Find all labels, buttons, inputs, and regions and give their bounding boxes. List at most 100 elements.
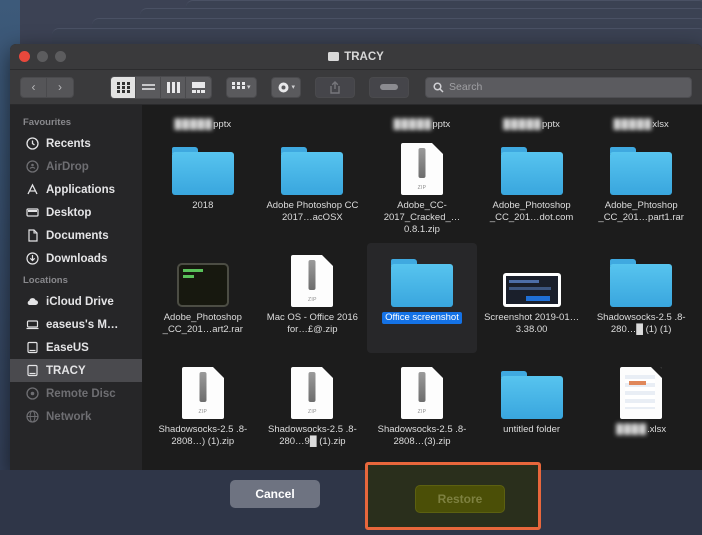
file-label: Shadowsocks-2.5 .8-280…█ (1) (1) xyxy=(589,312,693,336)
drive-icon xyxy=(26,341,39,354)
clock-icon xyxy=(26,137,39,150)
sidebar-item-label: Desktop xyxy=(46,207,91,219)
icon-view-button[interactable] xyxy=(111,77,136,98)
file-label: Adobe_Photoshop _CC_201…dot.com xyxy=(480,200,584,224)
file-thumbnail xyxy=(501,361,563,419)
sidebar-section-header: Locations xyxy=(10,270,142,290)
action-gear-dropdown[interactable]: ▾ xyxy=(271,77,302,98)
airdrop-icon xyxy=(26,160,39,173)
back-button[interactable]: ‹ xyxy=(20,77,47,98)
file-thumbnail xyxy=(391,249,453,307)
view-mode-segmented-control xyxy=(110,76,212,99)
folder-icon xyxy=(610,259,672,307)
cloud-icon xyxy=(26,295,39,308)
file-thumbnail xyxy=(503,249,561,307)
file-thumbnail xyxy=(610,137,672,195)
file-item[interactable]: Adobe_Photoshop _CC_201…art2.rar xyxy=(148,243,258,353)
file-thumbnail xyxy=(281,137,343,195)
disc-icon xyxy=(26,387,39,400)
sidebar-item-recents[interactable]: Recents xyxy=(10,132,142,155)
terminal-file-icon xyxy=(177,263,229,307)
laptop-icon xyxy=(26,318,39,331)
file-item[interactable]: 2018 xyxy=(148,131,258,241)
column-view-button[interactable] xyxy=(161,77,186,98)
share-button[interactable] xyxy=(315,77,355,98)
file-item-selected[interactable]: Office screenshot xyxy=(367,243,477,353)
search-icon xyxy=(433,82,444,93)
search-input[interactable]: Search xyxy=(425,77,692,98)
hard-drive-icon xyxy=(328,52,339,61)
folder-icon xyxy=(610,147,672,195)
sidebar-item-label: Documents xyxy=(46,230,109,242)
screenshot-image-icon xyxy=(503,273,561,307)
file-item[interactable] xyxy=(258,105,368,131)
file-thumbnail xyxy=(177,249,229,307)
file-thumbnail xyxy=(620,361,662,419)
file-thumbnail xyxy=(501,137,563,195)
restore-button-highlight: Restore xyxy=(365,462,541,530)
file-label: Adobe_CC-2017_Cracked_…0.8.1.zip xyxy=(370,200,474,236)
file-thumbnail xyxy=(172,137,234,195)
file-item[interactable]: ZIPMac OS - Office 2016 for…£@.zip xyxy=(258,243,368,353)
file-item[interactable]: untitled folder xyxy=(477,355,587,465)
sidebar-item-icloud-drive[interactable]: iCloud Drive xyxy=(10,290,142,313)
file-thumbnail xyxy=(610,249,672,307)
file-item[interactable]: Shadowsocks-2.5 .8-280…█ (1) (1) xyxy=(586,243,696,353)
file-label: untitled folder xyxy=(503,424,560,436)
file-item[interactable]: ZIPShadowsocks-2.5 .8-280…9█ (1).zip xyxy=(258,355,368,465)
file-label: Shadowsocks-2.5 .8-2808…) (1).zip xyxy=(151,424,255,448)
file-item[interactable]: ZIP Shadowsocks-2.5 .8-2808…(3).zip xyxy=(367,355,477,465)
sidebar-item-downloads[interactable]: Downloads xyxy=(10,247,142,270)
file-item[interactable]: █████xlsx xyxy=(586,105,696,131)
file-label: Adobe_Phtoshop _CC_201…part1.rar xyxy=(589,200,693,224)
folder-icon xyxy=(172,147,234,195)
file-item[interactable]: █████pptx xyxy=(367,105,477,131)
file-thumbnail: ZIP xyxy=(291,361,333,419)
file-label: Adobe_Photoshop _CC_201…art2.rar xyxy=(151,312,255,336)
file-label: Shadowsocks-2.5 .8-2808…(3).zip xyxy=(370,424,474,448)
file-label: ████.xlsx xyxy=(616,424,666,436)
sidebar-item-label: Applications xyxy=(46,184,115,196)
sidebar-item-remote-disc[interactable]: Remote Disc xyxy=(10,382,142,405)
group-by-dropdown[interactable]: ▾ xyxy=(226,77,257,98)
sidebar-item-airdrop[interactable]: AirDrop xyxy=(10,155,142,178)
file-item[interactable]: Screenshot 2019-01…3.38.00 xyxy=(477,243,587,353)
forward-button[interactable]: › xyxy=(47,77,74,98)
cancel-button[interactable]: Cancel xyxy=(230,480,320,508)
file-grid: 2018Adobe Photoshop CC 2017…acOSX ZIP Adob… xyxy=(142,131,702,465)
file-item[interactable]: █████pptx xyxy=(148,105,258,131)
sidebar-item-easeus-s-m[interactable]: easeus's M… xyxy=(10,313,142,336)
file-thumbnail: ZIP xyxy=(401,361,443,419)
dialog-buttons: Cancel xyxy=(0,480,702,508)
sidebar-item-desktop[interactable]: Desktop xyxy=(10,201,142,224)
file-item[interactable]: Adobe_Photoshop _CC_201…dot.com xyxy=(477,131,587,241)
file-browser[interactable]: █████pptx █████pptx █████pptx █████xlsx 201… xyxy=(142,105,702,472)
desktop-icon xyxy=(26,206,39,219)
sidebar-item-label: Downloads xyxy=(46,253,107,265)
file-item[interactable]: ████.xlsx xyxy=(586,355,696,465)
zip-file-icon: ZIP xyxy=(291,367,333,419)
file-label: Screenshot 2019-01…3.38.00 xyxy=(480,312,584,336)
file-label: █████xlsx xyxy=(614,119,669,131)
sidebar-item-easeus[interactable]: EaseUS xyxy=(10,336,142,359)
gallery-view-button[interactable] xyxy=(186,77,211,98)
sidebar-item-documents[interactable]: Documents xyxy=(10,224,142,247)
window-title-text: TRACY xyxy=(344,51,384,63)
sidebar-item-label: iCloud Drive xyxy=(46,296,114,308)
sidebar-item-applications[interactable]: Applications xyxy=(10,178,142,201)
sidebar-item-label: Network xyxy=(46,411,91,423)
list-view-button[interactable] xyxy=(136,77,161,98)
file-item[interactable]: ZIP Adobe_CC-2017_Cracked_…0.8.1.zip xyxy=(367,131,477,241)
tags-button[interactable] xyxy=(369,77,409,98)
file-item[interactable]: ZIPShadowsocks-2.5 .8-2808…) (1).zip xyxy=(148,355,258,465)
file-label: Office screenshot xyxy=(382,312,462,324)
sidebar-item-network[interactable]: Network xyxy=(10,405,142,428)
file-label: █████pptx xyxy=(394,119,451,131)
sidebar-item-tracy[interactable]: TRACY xyxy=(10,359,142,382)
toolbar: ‹ › xyxy=(10,70,702,105)
file-item[interactable]: Adobe_Phtoshop _CC_201…part1.rar xyxy=(586,131,696,241)
file-item[interactable]: █████pptx xyxy=(477,105,587,131)
restore-button[interactable]: Restore xyxy=(415,485,505,513)
file-thumbnail: ZIP xyxy=(401,137,443,195)
file-item[interactable]: Adobe Photoshop CC 2017…acOSX xyxy=(258,131,368,241)
